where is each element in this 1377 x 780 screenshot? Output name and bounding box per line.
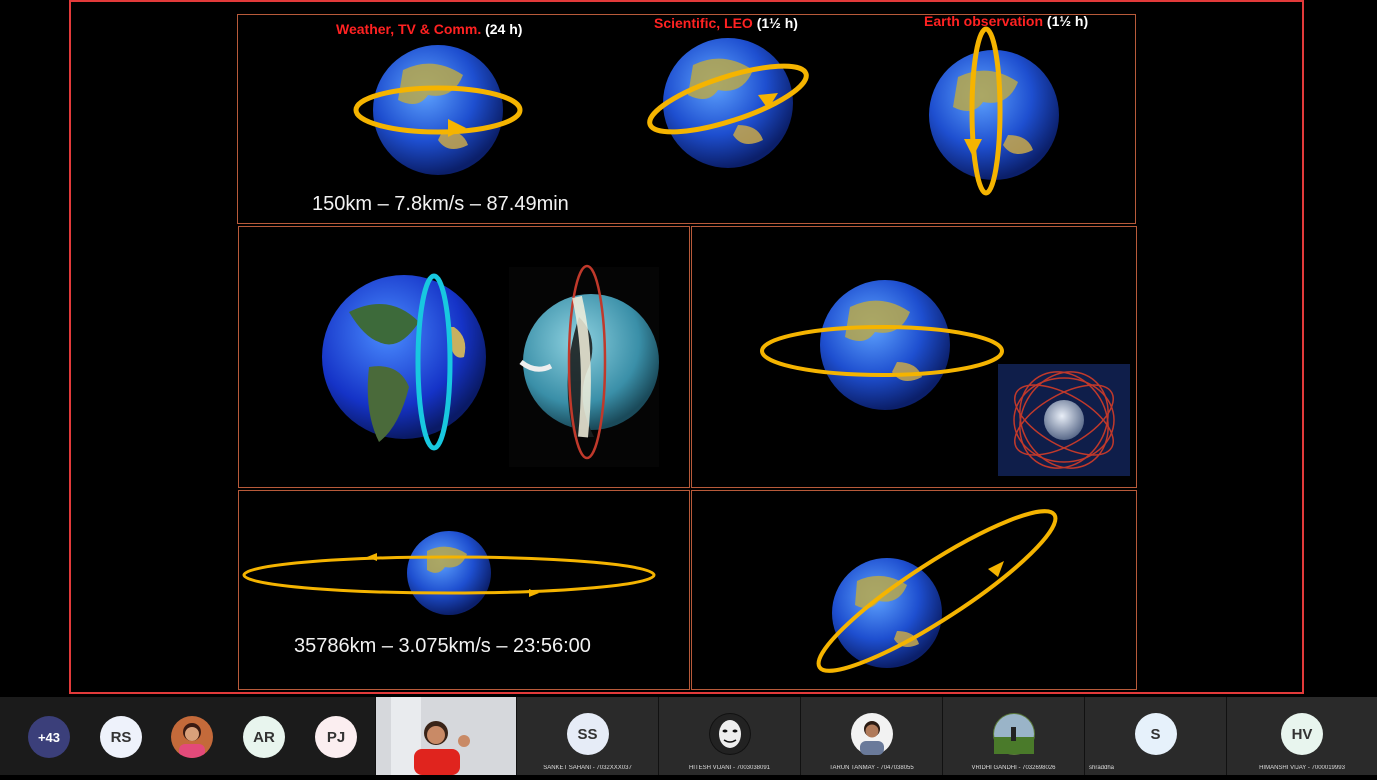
earth-globe-americas — [322, 273, 486, 451]
participant-photo-avatar — [992, 713, 1035, 755]
earth-globe-geo — [353, 45, 523, 175]
presenter-video-tile[interactable] — [375, 697, 516, 775]
participant-avatar-hv: HV — [1281, 713, 1323, 755]
earth-globe-equatorial — [760, 280, 1004, 410]
participant-avatar-pj[interactable]: PJ — [315, 716, 357, 758]
participant-name: HITESH VIJANI - 7003038091 — [688, 765, 771, 771]
inclined-orbit-illustration — [816, 509, 1058, 673]
participant-name: VRIDHI GANDHI - 7032698026 — [971, 765, 1056, 771]
polar-orbit-illustration — [322, 264, 659, 467]
participant-mask-avatar — [708, 713, 751, 755]
earth-globe-polar — [929, 26, 1059, 196]
geo-stats-text: 35786km – 3.075km/s – 23:56:00 — [294, 635, 591, 657]
geo-orbit-illustration — [242, 531, 656, 615]
person-photo-icon — [859, 721, 884, 755]
participant-avatar-ss: SS — [566, 713, 609, 755]
panel-meo-orbits — [691, 226, 1137, 488]
panel-orbit-types: Weather, TV & Comm. (24 h) Scientific, L… — [237, 14, 1136, 224]
participant-tile-2[interactable]: HITESH VIJANI - 7003038091 — [658, 697, 800, 775]
participant-tile-1[interactable]: SS SANKET SAHANI - 7032XXX037 — [516, 697, 658, 775]
participant-name: HIMANSHI VIJAY - 7000019993 — [1259, 765, 1345, 771]
landscape-photo-icon — [993, 714, 1034, 754]
participant-tile-3[interactable]: TARUN TANMAY - 7047038055 — [800, 697, 942, 775]
mask-icon — [709, 714, 750, 754]
participant-avatar-ar[interactable]: AR — [243, 716, 285, 758]
participant-avatar-rs[interactable]: RS — [100, 716, 142, 758]
leo-stats-text: 150km – 7.8km/s – 87.49min — [312, 193, 569, 215]
meo-orbit-illustration — [760, 280, 1130, 476]
participant-avatar-s: S — [1134, 713, 1177, 755]
gps-constellation-image — [998, 364, 1130, 476]
earth-globe-leo — [647, 38, 809, 168]
panel-polar-orbits — [238, 226, 690, 488]
panel-inclined-orbit — [691, 490, 1137, 690]
earth-globe-geostationary — [242, 531, 656, 615]
panel-geostationary: 35786km – 3.075km/s – 23:56:00 — [238, 490, 690, 690]
participant-photo-avatar[interactable] — [171, 716, 213, 758]
earth-globe-inclined — [816, 509, 1058, 673]
person-photo-icon — [179, 723, 205, 758]
participant-photo-avatar — [850, 713, 893, 755]
participant-tile-5[interactable]: S shraddha — [1084, 697, 1226, 775]
presenter-video-icon — [376, 697, 516, 775]
earth-globe-sun-synchronous — [509, 264, 659, 467]
participant-name: SANKET SAHANI - 7032XXX037 — [543, 765, 632, 771]
participant-name: shraddha — [1089, 765, 1115, 771]
participant-tile-4[interactable]: VRIDHI GANDHI - 7032698026 — [942, 697, 1084, 775]
more-participants-button[interactable]: +43 — [28, 716, 70, 758]
participant-tile-6[interactable]: HV HIMANSHI VIJAY - 7000019993 — [1226, 697, 1377, 775]
participant-name: TARUN TANMAY - 7047038055 — [829, 765, 914, 771]
